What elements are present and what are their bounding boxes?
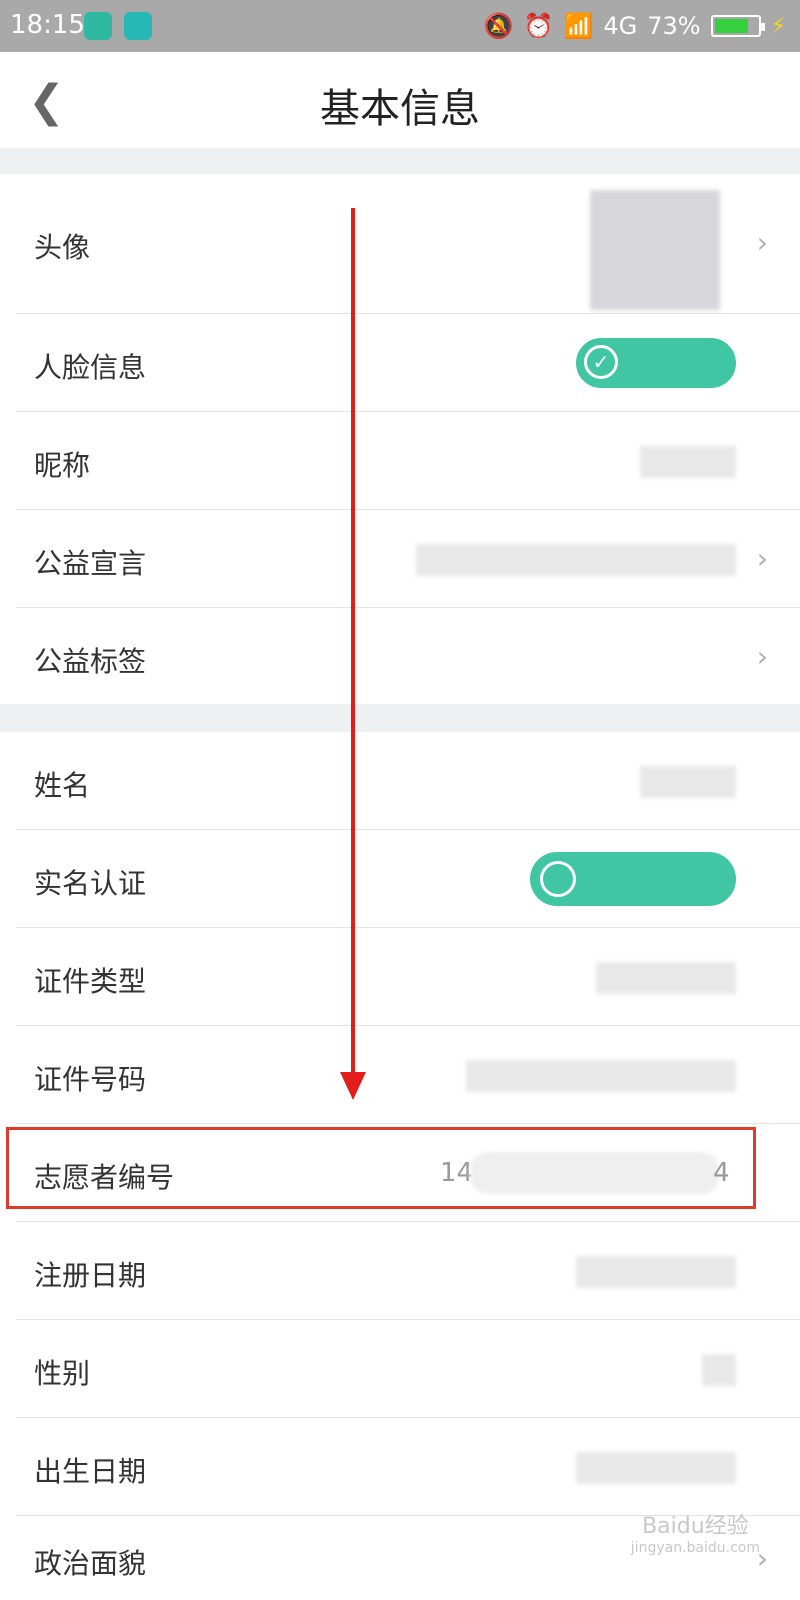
alarm-icon: ⏰ [523,12,554,40]
chevron-right-icon: › [756,640,768,673]
section-gap [0,704,800,732]
row-birth-date[interactable]: 出生日期 [0,1418,800,1516]
network-type: 4G [603,12,638,40]
row-slogan[interactable]: 公益宣言 › [0,510,800,608]
register-date-blurred [576,1256,736,1288]
row-label: 实名认证 [34,867,147,900]
watermark-line2: jingyan.baidu.com [630,1540,760,1556]
watermark-line1: Baidu经验 [642,1514,749,1539]
id-number-value-blurred [466,1060,736,1092]
verified-badge [530,852,736,906]
row-label: 姓名 [34,769,91,802]
row-name[interactable]: 姓名 [0,732,800,830]
section-gap [0,148,800,174]
row-label: 政治面貌 [34,1547,147,1580]
nav-bar: ❮ 基本信息 [0,52,800,148]
row-label: 证件号码 [34,1063,147,1096]
row-label: 出生日期 [34,1455,147,1488]
row-register-date[interactable]: 注册日期 [0,1222,800,1320]
row-real-name-auth[interactable]: 实名认证 [0,830,800,928]
page-title: 基本信息 [320,86,480,132]
row-id-type[interactable]: 证件类型 [0,928,800,1026]
chevron-right-icon: › [756,226,768,259]
birth-date-blurred [576,1452,736,1484]
row-label: 公益标签 [34,645,147,678]
row-label: 人脸信息 [34,351,147,384]
row-label: 头像 [34,231,91,264]
id-type-value-blurred [596,962,736,994]
name-value-blurred [640,766,736,798]
row-label: 证件类型 [34,965,147,998]
watermark: Baidu经验 jingyan.baidu.com [631,1508,760,1556]
row-label: 注册日期 [34,1259,147,1292]
face-verified-badge: ✓ [576,338,736,388]
gender-value-blurred [702,1354,736,1386]
row-avatar[interactable]: 头像 › [0,174,800,314]
wifi-icon: 📶 [563,12,594,40]
shield-icon [84,12,112,40]
battery-icon [710,15,765,37]
status-bar: 18:15 🔕 ⏰ 📶 4G 73% ⚡ [0,0,800,52]
annotation-arrow [351,208,355,1078]
row-face-info[interactable]: 人脸信息 ✓ [0,314,800,412]
row-label: 昵称 [34,449,91,482]
row-id-number[interactable]: 证件号码 [0,1026,800,1124]
row-label: 性别 [34,1357,91,1390]
status-indicators: 🔕 ⏰ 📶 4G 73% ⚡ [484,10,786,42]
battery-percent: 73% [647,12,701,40]
scan-icon [124,12,152,40]
check-circle-icon: ✓ [584,345,618,379]
row-label: 公益宣言 [34,547,147,580]
charging-icon: ⚡ [770,13,786,39]
row-gender[interactable]: 性别 [0,1320,800,1418]
avatar [590,190,720,310]
status-time: 18:15 [10,10,85,40]
row-tags[interactable]: 公益标签 › [0,608,800,704]
row-nickname[interactable]: 昵称 [0,412,800,510]
slogan-value-blurred [416,544,736,576]
nickname-value-blurred [640,446,736,478]
id-card-icon [540,861,576,897]
chevron-right-icon: › [756,542,768,575]
annotation-arrow-head [340,1072,366,1100]
annotation-highlight-box [6,1127,756,1209]
mute-icon: 🔕 [483,12,514,40]
